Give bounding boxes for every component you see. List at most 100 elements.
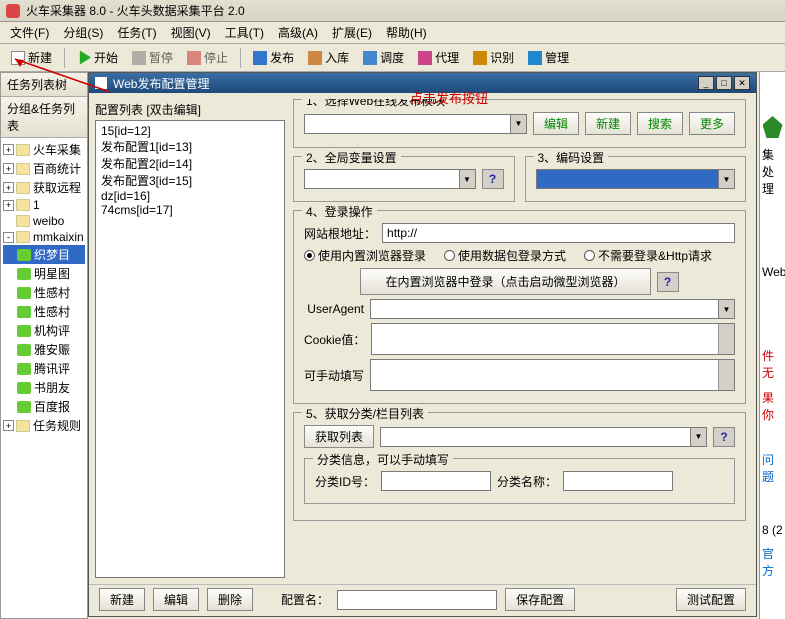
more-button[interactable]: 更多	[689, 112, 735, 135]
import-icon	[308, 51, 322, 65]
recycle-icon	[763, 116, 783, 138]
menu-adv[interactable]: 高级(A)	[272, 22, 324, 43]
play-icon	[77, 51, 91, 65]
app-titlebar: 火车采集器 8.0 - 火车头数据采集平台 2.0	[0, 0, 785, 22]
tree-node[interactable]: 明星图	[3, 264, 85, 283]
cookie-textarea[interactable]	[371, 323, 735, 355]
tree-node[interactable]: +获取远程	[3, 178, 85, 197]
tree-node[interactable]: +1	[3, 197, 85, 213]
section-globalvar: 2、全局变量设置 ▼?	[293, 156, 515, 202]
help-button[interactable]: ?	[482, 169, 504, 189]
menubar: 文件(F) 分组(S) 任务(T) 视图(V) 工具(T) 高级(A) 扩展(E…	[0, 22, 785, 44]
config-listbox[interactable]: 15[id=12]发布配置1[id=13]发布配置2[id=14]发布配置3[i…	[95, 120, 285, 578]
close-button[interactable]: ✕	[734, 76, 750, 90]
dialog-footer: 新建 编辑 删除 配置名： 保存配置 测试配置	[89, 584, 756, 614]
config-list-header: 配置列表 [双击编辑]	[95, 99, 285, 120]
section-encoding: 3、编码设置 ▼	[525, 156, 747, 202]
tree-node[interactable]: 腾讯评	[3, 359, 85, 378]
tree-node[interactable]: +任务规则	[3, 416, 85, 435]
tree-node[interactable]: +火车采集	[3, 140, 85, 159]
right-strip: 集处理 Web 件无 果你 问题 8 (2 官方	[759, 72, 785, 619]
save-config-button[interactable]: 保存配置	[505, 588, 575, 611]
task-tree[interactable]: +火车采集+百商统计+获取远程+1weibo-mmkaixin织梦目明星图性感村…	[1, 138, 87, 618]
get-list-button[interactable]: 获取列表	[304, 425, 374, 448]
tb-new[interactable]: 新建	[6, 47, 57, 68]
list-item[interactable]: 发布配置2[id=14]	[99, 155, 281, 172]
task-tree-panel: 任务列表树 分组&任务列表 +火车采集+百商统计+获取远程+1weibo-mmk…	[0, 72, 88, 619]
publish-icon	[253, 51, 267, 65]
footer-edit-button[interactable]: 编辑	[153, 588, 199, 611]
manage-icon	[528, 51, 542, 65]
tree-node[interactable]: 机构评	[3, 321, 85, 340]
new-button[interactable]: 新建	[585, 112, 631, 135]
menu-group[interactable]: 分组(S)	[57, 22, 109, 43]
list-item[interactable]: 74cms[id=17]	[99, 203, 281, 217]
test-config-button[interactable]: 测试配置	[676, 588, 746, 611]
dialog-title: Web发布配置管理	[113, 75, 209, 92]
tree-node[interactable]: 织梦目	[3, 245, 85, 264]
globalvar-combo[interactable]: ▼	[304, 169, 476, 189]
catname-input[interactable]	[563, 471, 673, 491]
tree-node[interactable]: weibo	[3, 213, 85, 229]
app-title: 火车采集器 8.0 - 火车头数据采集平台 2.0	[26, 2, 245, 19]
menu-ext[interactable]: 扩展(E)	[326, 22, 378, 43]
list-item[interactable]: 发布配置3[id=15]	[99, 172, 281, 189]
tree-header-1: 任务列表树	[1, 73, 87, 97]
tree-node[interactable]: 性感村	[3, 283, 85, 302]
radio-nologin[interactable]: 不需要登录&Http请求	[584, 247, 712, 264]
tb-start[interactable]: 开始	[72, 47, 123, 68]
dialog-icon	[95, 77, 107, 89]
root-url-input[interactable]	[382, 223, 735, 243]
publish-config-dialog: Web发布配置管理 _ □ ✕ 配置列表 [双击编辑] 15[id=12]发布配…	[88, 72, 757, 617]
catid-input[interactable]	[381, 471, 491, 491]
ocr-icon	[473, 51, 487, 65]
maximize-button[interactable]: □	[716, 76, 732, 90]
search-button[interactable]: 搜索	[637, 112, 683, 135]
tb-publish[interactable]: 发布	[248, 47, 299, 68]
tree-node[interactable]: 性感村	[3, 302, 85, 321]
config-name-input[interactable]	[337, 590, 497, 610]
tb-proxy[interactable]: 代理	[413, 47, 464, 68]
radio-builtin[interactable]: 使用内置浏览器登录	[304, 247, 426, 264]
tree-node[interactable]: 雅安赈	[3, 340, 85, 359]
chevron-down-icon: ▼	[510, 115, 526, 133]
help-button-3[interactable]: ?	[713, 427, 735, 447]
useragent-combo[interactable]: ▼	[370, 299, 735, 319]
menu-help[interactable]: 帮助(H)	[380, 22, 433, 43]
tb-pause[interactable]: 暂停	[127, 47, 178, 68]
tree-node[interactable]: 书朋友	[3, 378, 85, 397]
category-combo[interactable]: ▼	[380, 427, 707, 447]
section-module: 1、选择Web在线发布模块 ▼ 编辑 新建 搜索 更多	[293, 99, 746, 148]
radio-packet[interactable]: 使用数据包登录方式	[444, 247, 566, 264]
tb-schedule[interactable]: 调度	[358, 47, 409, 68]
tree-node[interactable]: -mmkaixin	[3, 229, 85, 245]
toolbar: 新建 开始 暂停 停止 发布 入库 调度 代理 识别 管理	[0, 44, 785, 72]
menu-tool[interactable]: 工具(T)	[219, 22, 270, 43]
tree-header-2: 分组&任务列表	[1, 97, 87, 138]
help-button-2[interactable]: ?	[657, 272, 679, 292]
menu-file[interactable]: 文件(F)	[4, 22, 55, 43]
new-icon	[11, 51, 25, 65]
footer-delete-button[interactable]: 删除	[207, 588, 253, 611]
menu-task[interactable]: 任务(T)	[111, 22, 162, 43]
list-item[interactable]: 发布配置1[id=13]	[99, 138, 281, 155]
minimize-button[interactable]: _	[698, 76, 714, 90]
section-category: 5、获取分类/栏目列表 获取列表▼? 分类信息，可以手动填写 分类ID号： 分类…	[293, 412, 746, 521]
manual-textarea[interactable]	[370, 359, 735, 391]
tb-ocr[interactable]: 识别	[468, 47, 519, 68]
list-item[interactable]: 15[id=12]	[99, 124, 281, 138]
menu-view[interactable]: 视图(V)	[165, 22, 217, 43]
tree-node[interactable]: 百度报	[3, 397, 85, 416]
tb-stop[interactable]: 停止	[182, 47, 233, 68]
encoding-combo[interactable]: ▼	[536, 169, 736, 189]
list-item[interactable]: dz[id=16]	[99, 189, 281, 203]
footer-new-button[interactable]: 新建	[99, 588, 145, 611]
edit-button[interactable]: 编辑	[533, 112, 579, 135]
tb-import[interactable]: 入库	[303, 47, 354, 68]
module-combo[interactable]: ▼	[304, 114, 527, 134]
tree-node[interactable]: +百商统计	[3, 159, 85, 178]
annotation-text: 点击发布按钮	[410, 88, 488, 107]
schedule-icon	[363, 51, 377, 65]
tb-manage[interactable]: 管理	[523, 47, 574, 68]
browser-login-button[interactable]: 在内置浏览器中登录（点击启动微型浏览器）	[360, 268, 650, 295]
